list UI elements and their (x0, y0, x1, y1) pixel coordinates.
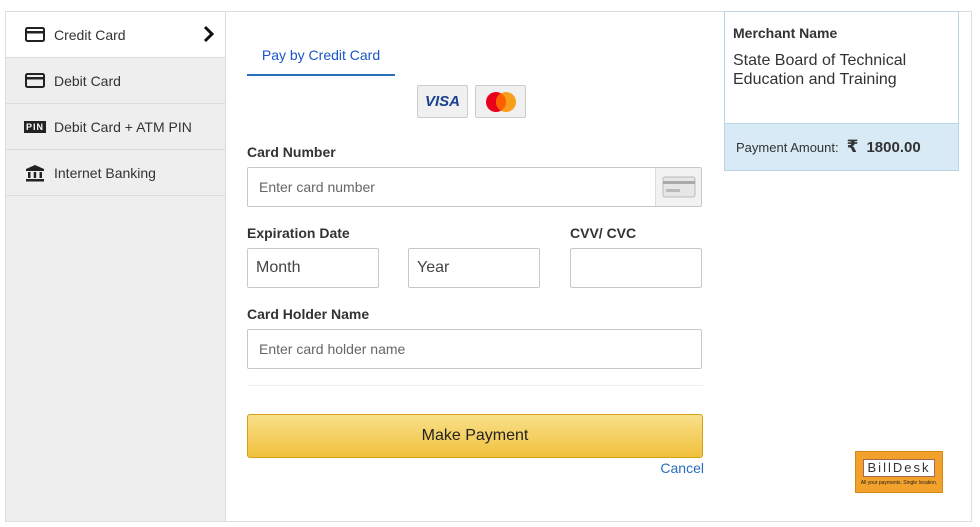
sidebar-item-label: Internet Banking (54, 164, 156, 181)
card-number-label: Card Number (247, 144, 336, 160)
billdesk-logo: BillDesk All your payments. Single locat… (855, 451, 943, 493)
payment-amount-value: 1800.00 (866, 138, 921, 156)
sidebar-item-label: Credit Card (54, 26, 126, 43)
payment-amount-bar: Payment Amount: ₹ 1800.00 (725, 123, 958, 170)
card-holder-name-label: Card Holder Name (247, 306, 370, 322)
rupee-icon: ₹ (846, 137, 859, 156)
card-number-input[interactable]: Enter card number (247, 167, 702, 207)
sidebar-item-internet-banking[interactable]: Internet Banking (6, 150, 225, 196)
merchant-panel: Merchant Name State Board of Technical E… (724, 11, 959, 171)
card-holder-placeholder: Enter card holder name (259, 341, 406, 357)
visa-logo: VISA (417, 85, 468, 118)
billdesk-logo-text: BillDesk (862, 458, 936, 477)
card-holder-name-input[interactable]: Enter card holder name (247, 329, 702, 369)
sidebar-item-label: Debit Card (54, 72, 121, 89)
divider (247, 385, 703, 386)
card-type-icon (655, 168, 701, 206)
visa-logo-text: VISA (424, 93, 460, 110)
mastercard-icon (475, 85, 526, 118)
sidebar-item-debit-atm-pin[interactable]: PIN Debit Card + ATM PIN (6, 104, 225, 150)
pin-icon: PIN (24, 119, 47, 135)
credit-card-form: Pay by Credit Card VISA Card Number Ente… (226, 12, 726, 521)
payment-method-sidebar: Credit Card Debit Card PIN Debit Card + … (6, 12, 226, 521)
sidebar-item-debit-card[interactable]: Debit Card (6, 58, 225, 104)
expiration-date-label: Expiration Date (247, 225, 350, 241)
sidebar-item-label: Debit Card + ATM PIN (54, 118, 192, 135)
cvv-label: CVV/ CVC (570, 225, 637, 241)
cvv-input[interactable] (570, 248, 702, 288)
tab-pay-by-credit-card[interactable]: Pay by Credit Card (247, 36, 395, 76)
card-number-placeholder: Enter card number (259, 179, 375, 195)
debit-card-icon (25, 73, 45, 89)
cancel-link[interactable]: Cancel (660, 460, 704, 476)
chevron-right-icon (203, 25, 215, 46)
billdesk-tagline: All your payments. Single location. (860, 479, 938, 486)
payment-amount-label: Payment Amount: (736, 139, 839, 155)
sidebar-item-credit-card[interactable]: Credit Card (6, 12, 225, 58)
merchant-name-title: Merchant Name (733, 25, 838, 41)
credit-card-icon (25, 27, 45, 43)
month-select[interactable]: Month (247, 248, 379, 288)
pin-icon-text: PIN (24, 120, 47, 133)
bank-icon (25, 164, 45, 181)
make-payment-button[interactable]: Make Payment (247, 414, 703, 458)
merchant-name: State Board of Technical Education and T… (733, 52, 907, 88)
year-select[interactable]: Year (408, 248, 540, 288)
